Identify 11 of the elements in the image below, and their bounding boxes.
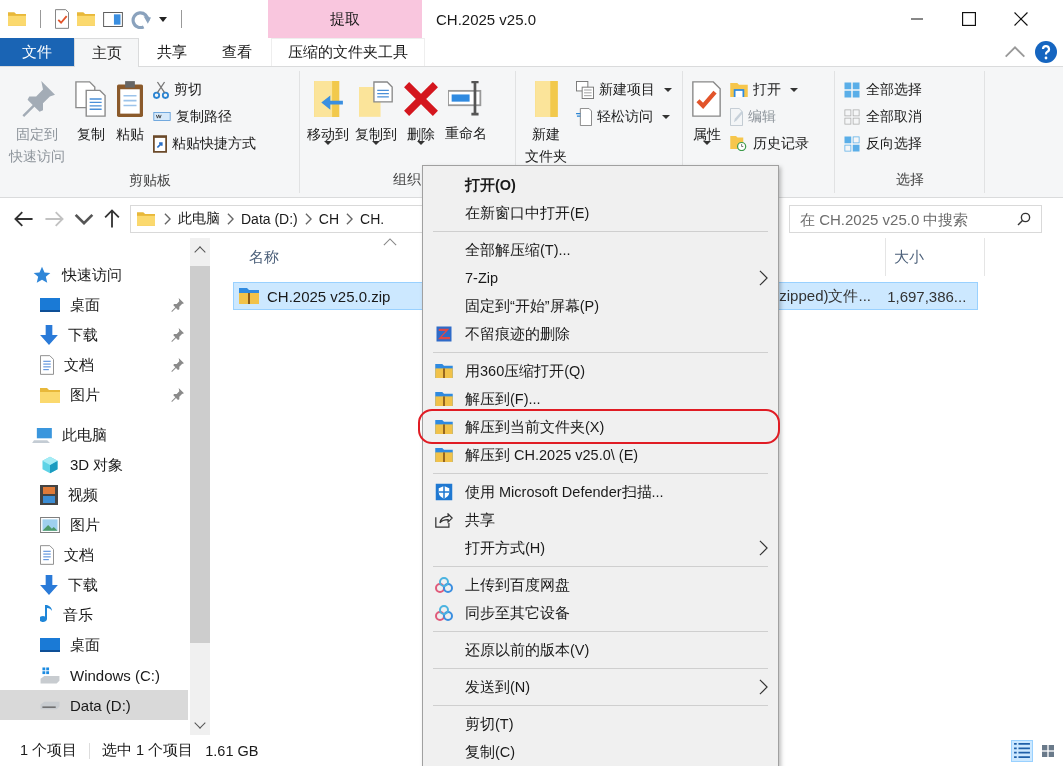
table-cell-text: 1,697,386... [887,287,968,305]
status-text: 1 个项目 [20,741,78,760]
group-label: 组织 [393,171,421,189]
status-text: 选中 1 个项目 [102,741,194,760]
table-cell: CH.2025 v25.0.zip [234,287,423,305]
status-text: 1.61 GB [205,742,259,759]
table-cell-text: zipped)文件... [779,286,872,306]
group-label: 选择 [895,171,924,189]
group-label: 剪贴板 [128,172,171,190]
window-title: CH.2025 v25.0 [435,9,538,30]
contextual-tab-header: 提取 [268,0,422,38]
